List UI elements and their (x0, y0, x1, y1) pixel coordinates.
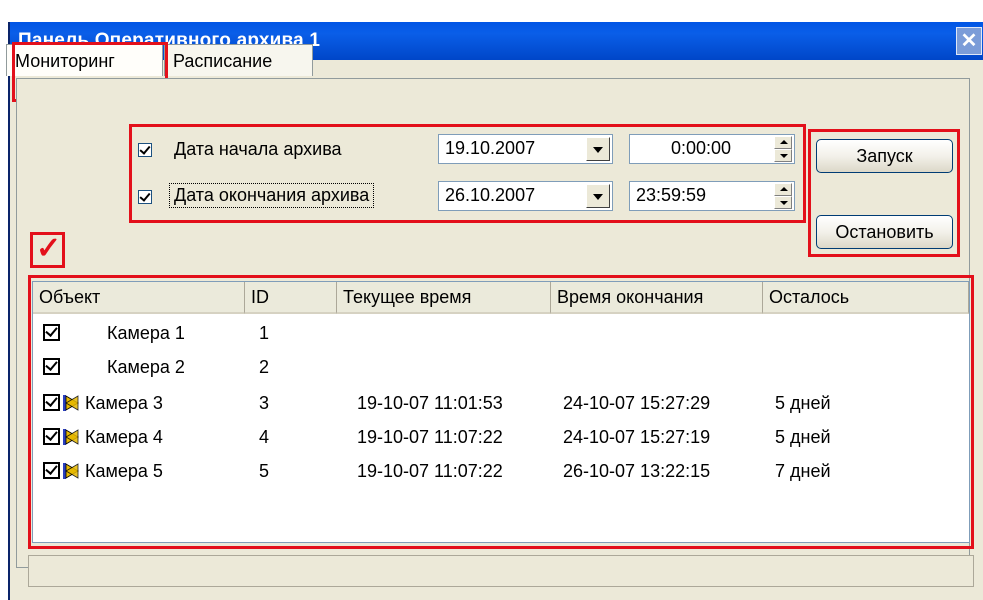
end-date-label: Дата окончания архива (169, 183, 375, 208)
row-end-time: 24-10-07 15:27:29 (563, 393, 711, 413)
column-header-remaining[interactable]: Осталось (763, 282, 969, 314)
table-row[interactable]: Камера 1 1 (33, 320, 969, 350)
row-id: 5 (259, 461, 270, 481)
table-row[interactable]: Камера 4 4 19-10-07 11:07:22 24-10-07 15… (33, 424, 969, 454)
checkmark-icon: ✓ (36, 232, 62, 265)
start-time-spinner[interactable] (774, 136, 792, 162)
start-time-value: 0:00:00 (670, 138, 732, 158)
tab-schedule-label: Расписание (173, 51, 273, 71)
start-date-label: Дата начала архива (174, 139, 342, 159)
row-current-time: 19-10-07 11:01:53 (357, 393, 503, 413)
row-remaining: 5 дней (775, 427, 831, 447)
row-checkbox[interactable] (43, 428, 60, 445)
column-header-current-time-label: Текущее время (343, 287, 472, 307)
row-checkbox[interactable] (43, 462, 60, 479)
row-checkbox[interactable] (43, 394, 60, 411)
start-date-value: 19.10.2007 (445, 138, 536, 158)
row-id: 1 (259, 323, 270, 343)
column-header-current-time[interactable]: Текущее время (337, 282, 551, 314)
start-time-field[interactable]: 0:00:00 (629, 134, 795, 164)
row-checkbox[interactable] (43, 324, 60, 341)
column-header-remaining-label: Осталось (769, 287, 850, 307)
row-id: 2 (259, 357, 270, 377)
row-object-name: Камера 1 (107, 323, 185, 343)
column-header-object[interactable]: Объект (33, 282, 245, 314)
row-object-name: Камера 4 (85, 427, 163, 447)
camera-recording-icon (63, 429, 79, 445)
row-end-time: 24-10-07 15:27:19 (563, 427, 711, 447)
end-date-picker[interactable]: 26.10.2007 (438, 181, 613, 211)
end-time-spinner[interactable] (774, 183, 792, 209)
status-bar (28, 555, 974, 587)
row-current-time: 19-10-07 11:07:22 (357, 461, 503, 481)
chevron-down-icon[interactable] (586, 137, 610, 161)
end-date-checkbox[interactable] (138, 190, 152, 204)
spin-down-icon[interactable] (774, 149, 792, 162)
row-object-name: Камера 3 (85, 393, 163, 413)
column-header-end-time[interactable]: Время окончания (551, 282, 763, 314)
camera-recording-icon (63, 463, 79, 479)
spin-down-icon[interactable] (774, 196, 792, 209)
tab-schedule[interactable]: Расписание (164, 44, 313, 76)
table-row[interactable]: Камера 5 5 19-10-07 11:07:22 26-10-07 13… (33, 458, 969, 488)
stop-button[interactable]: Остановить (816, 215, 953, 249)
close-button[interactable]: ✕ (956, 27, 982, 55)
start-date-checkbox[interactable] (138, 143, 152, 157)
archive-objects-list[interactable]: Объект ID Текущее время Время окончания … (32, 281, 970, 543)
table-row[interactable]: Камера 3 3 19-10-07 11:01:53 24-10-07 15… (33, 390, 969, 420)
row-id: 3 (259, 393, 270, 413)
start-button[interactable]: Запуск (816, 139, 953, 173)
tab-monitoring-label: Мониторинг (15, 51, 115, 71)
row-checkbox[interactable] (43, 358, 60, 375)
row-object-name: Камера 2 (107, 357, 185, 377)
row-current-time: 19-10-07 11:07:22 (357, 427, 503, 447)
tab-monitoring[interactable]: Мониторинг (6, 44, 163, 76)
spin-up-icon[interactable] (774, 183, 792, 196)
column-header-id[interactable]: ID (245, 282, 337, 314)
camera-recording-icon (63, 395, 79, 411)
column-header-object-label: Объект (39, 287, 101, 307)
end-date-value: 26.10.2007 (445, 185, 536, 205)
start-date-picker[interactable]: 19.10.2007 (438, 134, 613, 164)
end-time-field[interactable]: 23:59:59 (629, 181, 795, 211)
table-row[interactable]: Камера 2 2 (33, 354, 969, 384)
row-id: 4 (259, 427, 270, 447)
column-header-end-time-label: Время окончания (557, 287, 704, 307)
row-remaining: 5 дней (775, 393, 831, 413)
end-time-value: 23:59:59 (636, 185, 707, 205)
spin-up-icon[interactable] (774, 136, 792, 149)
chevron-down-icon[interactable] (586, 184, 610, 208)
column-header-id-label: ID (251, 287, 269, 307)
close-icon: ✕ (960, 30, 978, 52)
row-object-name: Камера 5 (85, 461, 163, 481)
row-remaining: 7 дней (775, 461, 831, 481)
row-end-time: 26-10-07 13:22:15 (563, 461, 711, 481)
